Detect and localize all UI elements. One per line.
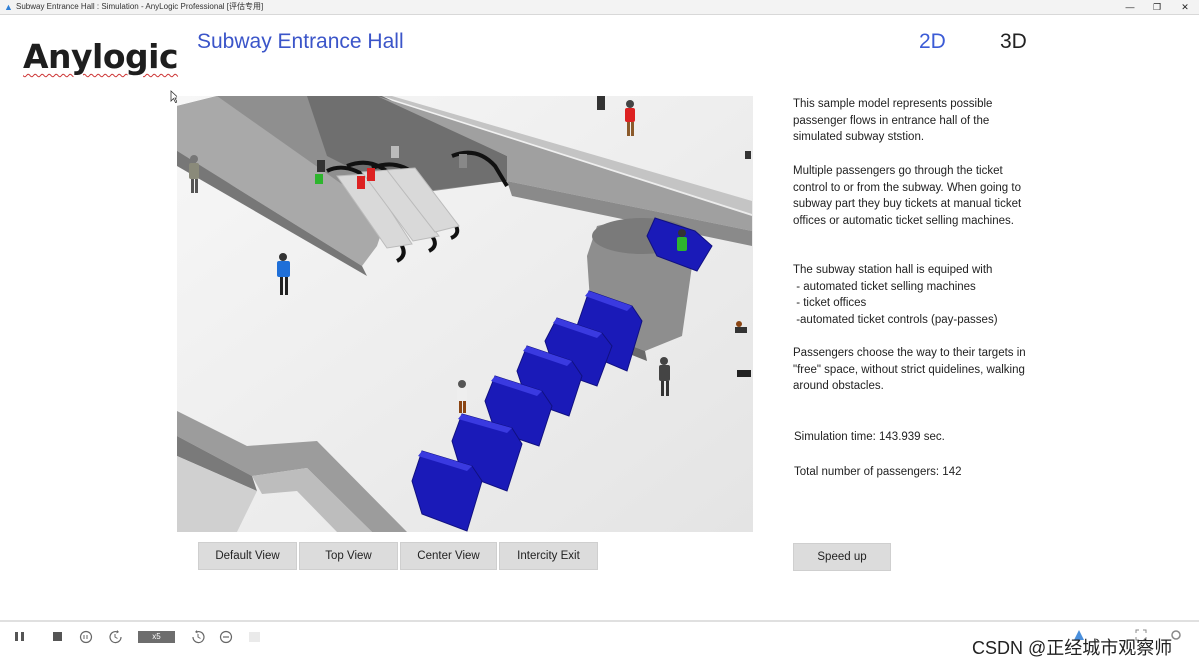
equipment-item: - ticket offices — [793, 297, 867, 310]
pause-icon[interactable] — [14, 629, 26, 645]
view-2d-toggle[interactable]: 2D — [919, 30, 946, 54]
simulation-time-label: Simulation time: 143.939 sec. — [794, 431, 945, 443]
anylogic-logo: Anylogic — [23, 37, 179, 76]
close-button[interactable]: ✕ — [1171, 0, 1199, 14]
description-paragraph-2: Multiple passengers go through the ticke… — [793, 165, 1022, 227]
slow-down-icon[interactable] — [108, 629, 124, 645]
equipment-intro: The subway station hall is equiped with — [793, 264, 993, 276]
view-3d-toggle[interactable]: 3D — [1000, 30, 1027, 54]
description-paragraph-3: The subway station hall is equiped with … — [793, 262, 1038, 328]
speed-up-button[interactable]: Speed up — [793, 543, 891, 571]
page-title: Subway Entrance Hall — [197, 30, 404, 53]
step-icon[interactable] — [219, 629, 233, 645]
intercity-exit-button[interactable]: Intercity Exit — [499, 542, 598, 570]
anylogic-app-icon: ▲ — [4, 2, 13, 12]
description-paragraph-1: This sample model represents possible pa… — [793, 98, 993, 144]
experiment-icon — [248, 629, 262, 645]
equipment-item: -automated ticket controls (pay-passes) — [793, 313, 998, 326]
window-title-bar: ▲ Subway Entrance Hall : Simulation - An… — [0, 0, 1199, 15]
total-passengers-label: Total number of passengers: 142 — [794, 466, 962, 478]
control-bar-divider — [0, 620, 1199, 622]
minimize-button[interactable]: — — [1116, 0, 1144, 14]
simulation-3d-viewport[interactable] — [177, 96, 753, 532]
top-view-button[interactable]: Top View — [299, 542, 398, 570]
description-paragraph-4: Passengers choose the way to their targe… — [793, 347, 1026, 393]
subway-hall-scene — [177, 96, 753, 532]
equipment-item: - automated ticket selling machines — [793, 280, 976, 293]
csdn-watermark: CSDN @正经城市观察师 — [972, 638, 1173, 658]
speed-up-icon[interactable] — [190, 629, 206, 645]
default-view-button[interactable]: Default View — [198, 542, 297, 570]
speed-multiplier-badge: x5 — [138, 631, 175, 643]
center-view-button[interactable]: Center View — [400, 542, 497, 570]
run-until-icon[interactable] — [79, 629, 93, 645]
stop-icon[interactable] — [52, 629, 64, 645]
restore-button[interactable]: ❐ — [1143, 0, 1171, 14]
window-title: Subway Entrance Hall : Simulation - AnyL… — [16, 2, 264, 11]
